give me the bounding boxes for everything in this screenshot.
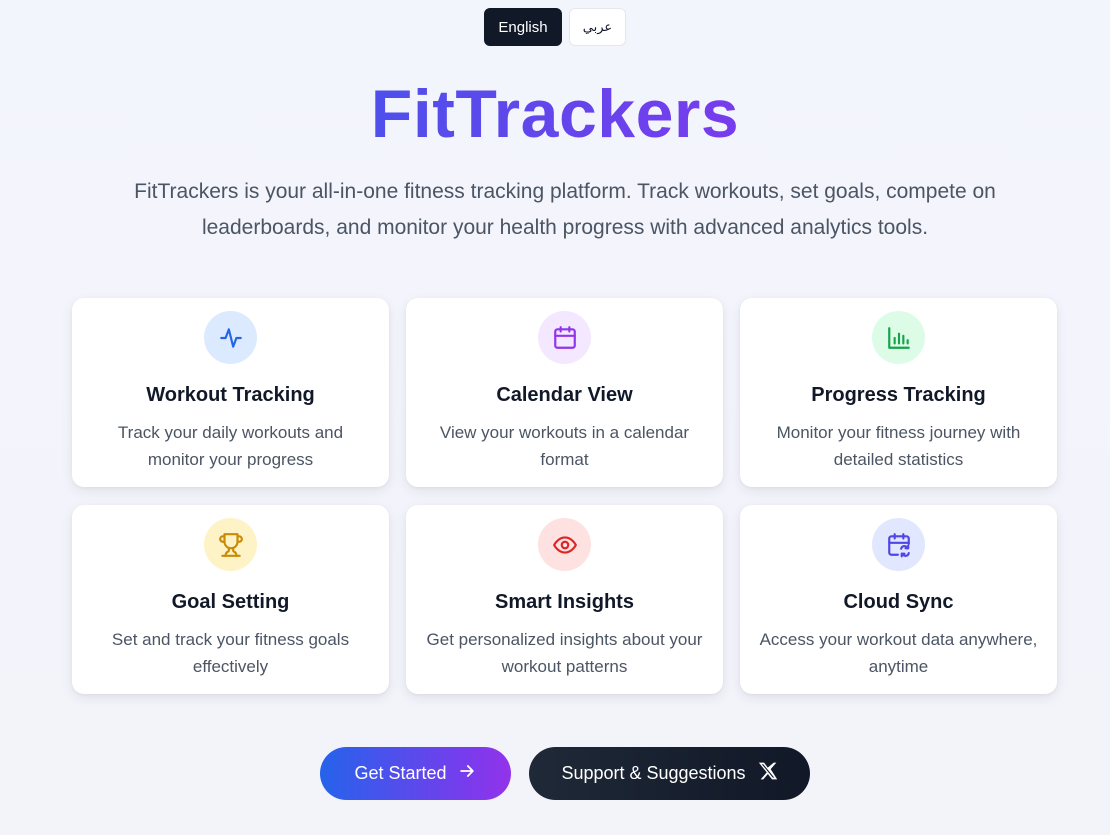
calendar-icon xyxy=(538,311,591,364)
x-logo-icon xyxy=(758,761,778,786)
hero-subtitle: FitTrackers is your all-in-one fitness t… xyxy=(134,180,996,239)
trophy-icon xyxy=(204,518,257,571)
bar-chart-icon xyxy=(872,311,925,364)
feature-card-smart-insights: Smart Insights Get personalized insights… xyxy=(406,505,723,694)
get-started-button[interactable]: Get Started xyxy=(320,747,511,800)
page-title: FitTrackers xyxy=(0,74,1110,154)
feature-description: Set and track your fitness goals effecti… xyxy=(111,630,350,676)
support-suggestions-label: Support & Suggestions xyxy=(561,763,746,783)
arrow-right-icon xyxy=(457,761,477,786)
support-suggestions-button[interactable]: Support & Suggestions xyxy=(529,747,810,800)
feature-description: View your workouts in a calendar format xyxy=(439,423,690,469)
feature-card-calendar-view: Calendar View View your workouts in a ca… xyxy=(406,298,723,487)
feature-title: Progress Tracking xyxy=(811,384,986,406)
english-language-button[interactable]: English xyxy=(484,8,562,46)
feature-title: Cloud Sync xyxy=(843,591,954,613)
feature-card-workout-tracking: Workout Tracking Track your daily workou… xyxy=(72,298,389,487)
feature-title: Calendar View xyxy=(496,384,633,406)
feature-title: Goal Setting xyxy=(171,591,290,613)
feature-description: Get personalized insights about your wor… xyxy=(426,630,703,676)
feature-description: Monitor your fitness journey with detail… xyxy=(776,423,1021,469)
calendar-sync-icon xyxy=(872,518,925,571)
eye-icon xyxy=(538,518,591,571)
get-started-label: Get Started xyxy=(354,763,447,783)
arabic-language-button[interactable]: عربي xyxy=(569,8,626,46)
feature-card-goal-setting: Goal Setting Set and track your fitness … xyxy=(72,505,389,694)
feature-card-cloud-sync: Cloud Sync Access your workout data anyw… xyxy=(740,505,1057,694)
feature-title: Smart Insights xyxy=(495,591,634,613)
cta-row: Get Started Support & Suggestions xyxy=(320,747,810,800)
activity-icon xyxy=(204,311,257,364)
feature-description: Track your daily workouts and monitor yo… xyxy=(117,423,344,469)
feature-card-progress-tracking: Progress Tracking Monitor your fitness j… xyxy=(740,298,1057,487)
feature-title: Workout Tracking xyxy=(146,384,315,406)
feature-description: Access your workout data anywhere, anyti… xyxy=(759,630,1038,676)
feature-grid: Workout Tracking Track your daily workou… xyxy=(72,298,1057,694)
language-switch: English عربي xyxy=(0,8,1110,46)
